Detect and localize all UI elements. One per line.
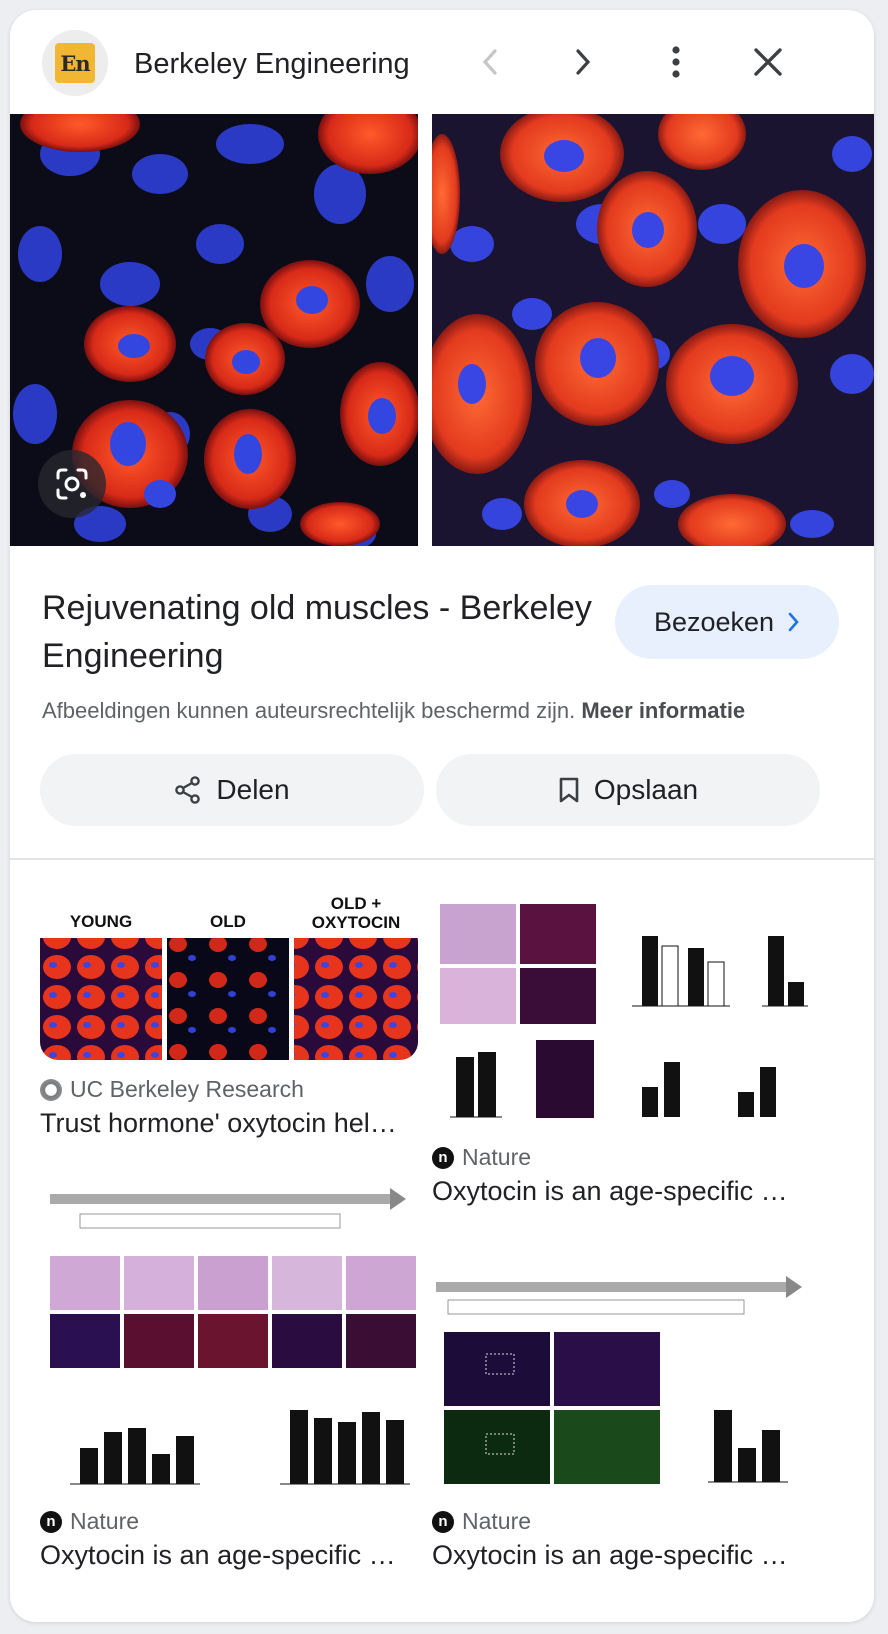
lens-search-button[interactable] bbox=[38, 450, 106, 518]
share-label: Delen bbox=[216, 774, 290, 805]
site-logo[interactable]: En bbox=[42, 30, 108, 96]
image-viewer-card: En Berkeley Engineering Rejuvenating old… bbox=[10, 10, 874, 1622]
chevron-right-icon bbox=[571, 47, 595, 77]
related-image-1[interactable]: YOUNG OLD OLD + OXYTOCIN bbox=[40, 892, 418, 1060]
visit-label: Bezoeken bbox=[653, 606, 775, 637]
copyright-text: Afbeeldingen kunnen auteursrechtelijk be… bbox=[42, 698, 576, 723]
save-label: Opslaan bbox=[593, 774, 699, 805]
share-button[interactable]: Delen bbox=[40, 754, 424, 826]
site-logo-mark: En bbox=[55, 43, 95, 83]
copyright-notice: Afbeeldingen kunnen auteursrechtelijk be… bbox=[42, 698, 862, 724]
result-title-1[interactable]: Trust hormone' oxytocin hel… bbox=[40, 1108, 410, 1139]
chevron-right-icon bbox=[788, 612, 800, 632]
lens-icon bbox=[54, 466, 90, 502]
nature-favicon: n bbox=[432, 1510, 454, 1533]
result-source-2[interactable]: n Nature bbox=[432, 1144, 531, 1171]
more-options-button[interactable] bbox=[656, 42, 696, 82]
result-source-1[interactable]: UC Berkeley Research bbox=[40, 1076, 304, 1103]
related-image-2[interactable] bbox=[432, 892, 810, 1128]
nature-favicon: n bbox=[40, 1510, 62, 1533]
result-title-2[interactable]: Oxytocin is an age-specific … bbox=[432, 1176, 802, 1207]
viewer-header: En Berkeley Engineering bbox=[10, 10, 874, 114]
save-button[interactable]: Opslaan bbox=[436, 754, 820, 826]
source-name: Nature bbox=[70, 1508, 140, 1534]
bookmark-icon bbox=[558, 776, 580, 804]
previous-button[interactable] bbox=[470, 42, 510, 82]
result-source-4[interactable]: n Nature bbox=[432, 1508, 531, 1535]
close-button[interactable] bbox=[748, 42, 788, 82]
result-source-3[interactable]: n Nature bbox=[40, 1508, 139, 1535]
next-button[interactable] bbox=[563, 42, 603, 82]
nature-favicon: n bbox=[432, 1146, 454, 1169]
source-name: Nature bbox=[462, 1508, 532, 1534]
uc-berkeley-favicon bbox=[40, 1078, 62, 1101]
image-title[interactable]: Rejuvenating old muscles - Berkeley Engi… bbox=[42, 584, 602, 680]
panel-label-old-oxytocin: OLD + OXYTOCIN bbox=[311, 894, 401, 932]
panel-label-young: YOUNG bbox=[69, 912, 133, 931]
panel-label-old: OLD bbox=[210, 912, 246, 931]
more-info-link[interactable]: Meer informatie bbox=[581, 698, 745, 723]
result-title-4[interactable]: Oxytocin is an age-specific … bbox=[432, 1540, 802, 1571]
chevron-left-icon bbox=[478, 47, 502, 77]
site-name[interactable]: Berkeley Engineering bbox=[134, 48, 410, 81]
visit-button[interactable]: Bezoeken bbox=[615, 585, 839, 659]
close-icon bbox=[753, 47, 783, 77]
source-name: UC Berkeley Research bbox=[70, 1076, 304, 1102]
related-image-3[interactable] bbox=[40, 1176, 418, 1494]
source-name: Nature bbox=[462, 1144, 532, 1170]
section-divider bbox=[10, 858, 874, 860]
more-vert-icon bbox=[670, 45, 682, 79]
related-image-4[interactable] bbox=[432, 1244, 810, 1494]
result-title-3[interactable]: Oxytocin is an age-specific … bbox=[40, 1540, 410, 1571]
main-image-right[interactable] bbox=[432, 114, 874, 546]
share-icon bbox=[174, 776, 202, 804]
